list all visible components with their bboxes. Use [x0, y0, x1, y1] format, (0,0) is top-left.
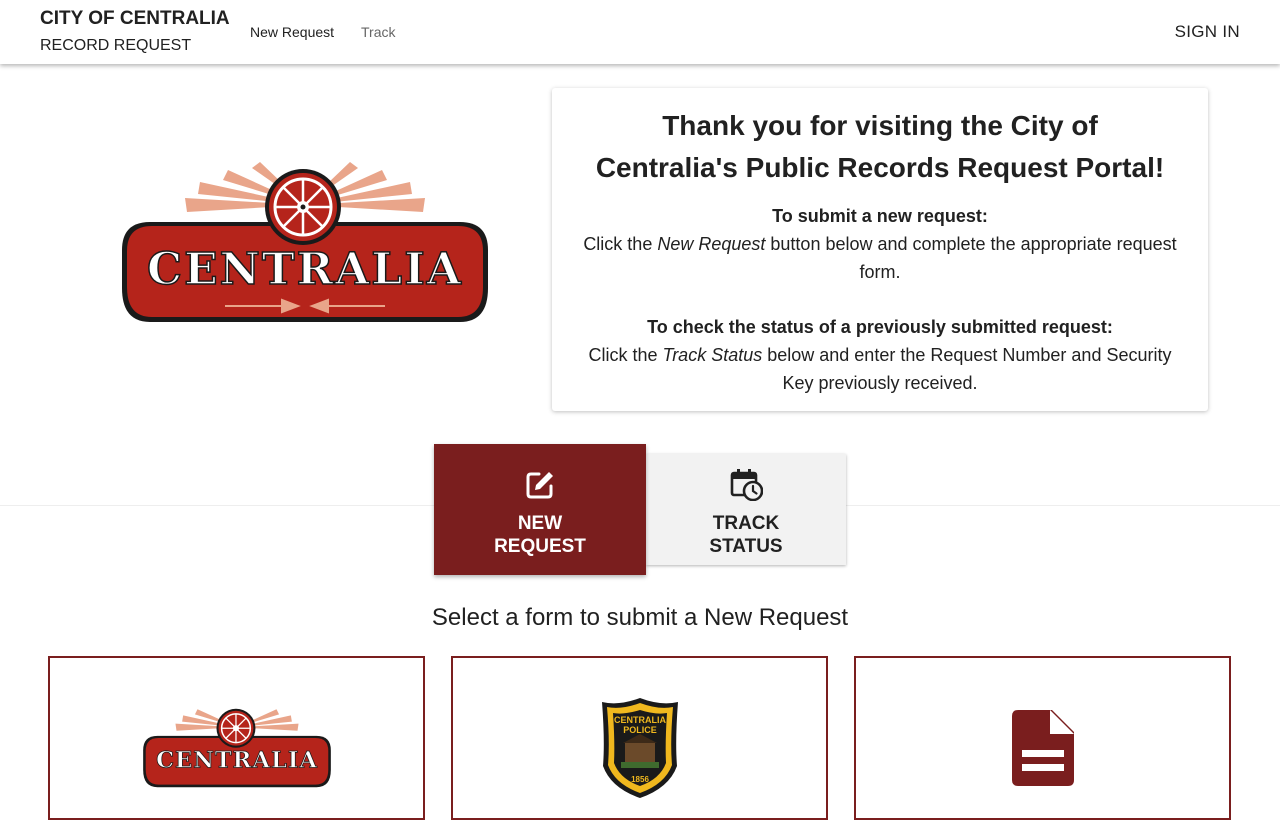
site-subtitle: RECORD REQUEST [40, 37, 192, 54]
new-request-button[interactable]: NEW REQUEST [434, 444, 646, 575]
edit-square-icon [524, 469, 556, 506]
welcome-heading: Thank you for visiting the City of Centr… [595, 110, 1165, 183]
track-text-suffix: below and enter the Request Number and S… [762, 345, 1172, 393]
document-icon [856, 710, 1229, 786]
welcome-card: Thank you for visiting the City of Centr… [552, 88, 1208, 411]
badge-year: 1856 [631, 775, 649, 784]
police-badge-icon: CENTRALIA POLICE 1856 [453, 696, 826, 800]
centralia-logo: CENTRALIA [110, 160, 500, 335]
centralia-logo-small: CENTRALIA [50, 704, 423, 794]
badge-text: CENTRALIA [614, 715, 666, 725]
new-request-label: NEW REQUEST [494, 513, 586, 557]
track-instructions-text: Click the Track Status below and enter t… [552, 341, 1208, 397]
logo-wordmark: CENTRALIA [147, 244, 463, 295]
form-card-general[interactable] [854, 656, 1231, 820]
calendar-clock-icon [729, 467, 764, 506]
form-card-police[interactable]: CENTRALIA POLICE 1856 [451, 656, 828, 820]
submit-instructions-title: To submit a new request: [772, 206, 988, 226]
badge-text-2: POLICE [623, 725, 657, 735]
submit-instructions-text: Click the New Request button below and c… [552, 230, 1208, 286]
track-text-prefix: Click the [588, 345, 663, 365]
track-status-label: TRACK STATUS [709, 513, 783, 557]
track-instructions: To check the status of a previously subm… [552, 313, 1208, 397]
submit-text-prefix: Click the [583, 234, 658, 254]
submit-text-suffix: button below and complete the appropriat… [765, 234, 1177, 282]
form-selection-heading: Select a form to submit a New Request [431, 604, 849, 631]
form-card-city[interactable]: CENTRALIA [48, 656, 425, 820]
centralia-logo-small-graphic: CENTRALIA [142, 708, 331, 788]
submit-text-emphasis: New Request [657, 234, 766, 254]
site-title[interactable]: CITY OF CENTRALIA [40, 8, 230, 30]
track-text-emphasis: Track Status [662, 345, 763, 365]
track-status-button[interactable]: TRACK STATUS [646, 454, 846, 565]
centralia-logo-graphic: CENTRALIA [122, 162, 488, 322]
sign-in-button[interactable]: SIGN IN [1175, 22, 1240, 42]
top-app-bar: CITY OF CENTRALIA RECORD REQUEST New Req… [0, 0, 1280, 64]
nav-new-request-link[interactable]: New Request [250, 24, 334, 40]
nav-track-link[interactable]: Track [361, 24, 395, 40]
submit-instructions: To submit a new request: Click the New R… [552, 202, 1208, 286]
small-logo-wordmark: CENTRALIA [156, 748, 318, 774]
track-instructions-title: To check the status of a previously subm… [647, 317, 1113, 337]
